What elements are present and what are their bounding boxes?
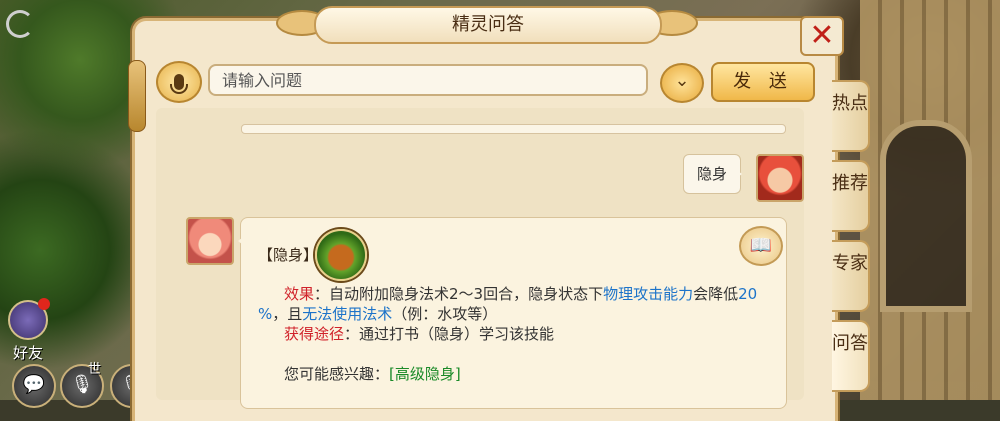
chevron-down-icon[interactable]: ⌄ — [660, 63, 704, 103]
effect-join: ，且 — [272, 305, 303, 323]
interest-line: 您可能感兴趣：[高级隐身] — [284, 363, 461, 384]
advanced-stealth-link[interactable]: [高级隐身] — [389, 365, 461, 383]
send-button[interactable]: 发 送 — [711, 62, 815, 102]
microphone-button[interactable] — [156, 61, 202, 103]
book-icon[interactable]: 📖 — [739, 226, 783, 266]
obtain-text: ：通过打书（隐身）学习该技能 — [344, 325, 555, 343]
effect-label: 效果 — [284, 285, 315, 303]
stealth-skill-icon[interactable] — [315, 229, 367, 281]
physical-attack-link[interactable]: 物理攻击能力 — [603, 285, 693, 303]
notification-dot — [38, 298, 50, 310]
close-icon[interactable]: ✕ — [800, 16, 844, 56]
chat-icon[interactable]: 💬 — [12, 364, 56, 408]
world-channel-label: 世 — [88, 362, 102, 377]
effect-mid: 会降低 — [693, 285, 739, 303]
background-building — [860, 0, 1000, 400]
effect-line-2: %，且无法使用法术（例：水攻等） — [258, 303, 497, 324]
friends-icon — [8, 298, 50, 340]
dialog-title: 精灵问答 — [314, 6, 662, 44]
tab-hot-label: 热点 — [832, 93, 868, 114]
effect-example: （例：水攻等） — [392, 305, 498, 323]
user-message-bubble: 隐身 — [683, 154, 742, 194]
friends-button[interactable]: 好友 — [6, 298, 50, 362]
fairy-avatar — [186, 217, 234, 265]
effect-line-1: 效果：自动附加隐身法术2～3回合，隐身状态下物理攻击能力会降低20 — [284, 283, 757, 304]
effect-percent-sign: % — [258, 305, 273, 323]
skill-name: 【隐身】 — [258, 246, 319, 264]
tab-recommend[interactable]: 推荐 — [832, 160, 870, 232]
microphone-icon — [170, 74, 188, 94]
obtain-line: 获得途径：通过打书（隐身）学习该技能 — [284, 323, 554, 344]
interest-label: 您可能感兴趣： — [284, 365, 390, 383]
friends-label: 好友 — [12, 344, 43, 362]
tab-recommend-label: 推荐 — [832, 173, 868, 194]
no-magic-link[interactable]: 无法使用法术 — [302, 305, 392, 323]
tab-qa-label: 问答 — [832, 333, 868, 354]
tab-expert[interactable]: 专家 — [832, 240, 870, 312]
tab-qa[interactable]: 问答 — [832, 320, 870, 392]
tab-expert-label: 专家 — [832, 253, 868, 274]
tab-hot[interactable]: 热点 — [832, 80, 870, 152]
effect-text: ：自动附加隐身法术2～3回合，隐身状态下 — [314, 285, 604, 303]
back-icon[interactable] — [6, 10, 34, 38]
chat-divider — [241, 124, 786, 134]
effect-percent: 20 — [738, 285, 758, 303]
obtain-label: 获得途径 — [284, 325, 345, 343]
user-avatar[interactable] — [756, 154, 804, 202]
question-input[interactable] — [208, 64, 648, 96]
lantern-ornament — [128, 60, 146, 132]
